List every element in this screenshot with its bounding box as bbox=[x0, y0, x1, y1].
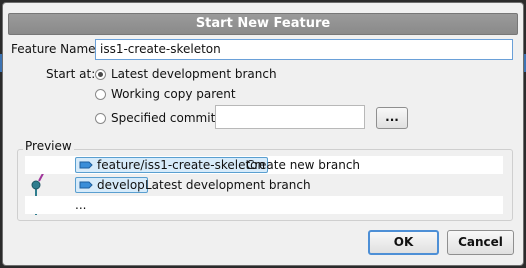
radio-latest-development-branch[interactable]: Latest development branch bbox=[95, 67, 277, 81]
preview-row-text: Latest development branch bbox=[145, 178, 311, 192]
preview-row-text: ... bbox=[75, 198, 87, 212]
branch-icon bbox=[79, 161, 93, 169]
radio-label: Specified commit: bbox=[111, 111, 220, 125]
dialog-title: Start New Feature bbox=[8, 13, 518, 35]
feature-name-label: Feature Name: bbox=[11, 42, 100, 56]
preview-row: ... bbox=[25, 196, 503, 214]
branch-tag-label: develop bbox=[97, 178, 145, 192]
start-at-label: Start at: bbox=[46, 67, 96, 81]
branch-tag-develop: develop bbox=[75, 177, 148, 193]
radio-indicator[interactable] bbox=[95, 88, 106, 100]
preview-row: feature/iss1-create-skeleton Create new … bbox=[25, 156, 503, 174]
branch-tag-feature: feature/iss1-create-skeleton bbox=[75, 157, 269, 173]
radio-indicator[interactable] bbox=[95, 68, 106, 80]
radio-working-copy-parent[interactable]: Working copy parent bbox=[95, 87, 236, 101]
radio-label: Working copy parent bbox=[111, 87, 236, 101]
radio-indicator[interactable] bbox=[95, 112, 106, 124]
cancel-button[interactable]: Cancel bbox=[447, 230, 514, 255]
feature-name-input[interactable]: iss1-create-skeleton bbox=[95, 39, 513, 60]
specified-commit-input[interactable] bbox=[215, 105, 365, 129]
preview-row: develop Latest development branch bbox=[25, 176, 503, 194]
browse-commit-button[interactable]: ... bbox=[376, 107, 408, 129]
start-new-feature-dialog: Start New Feature Feature Name: iss1-cre… bbox=[2, 2, 524, 266]
radio-label: Latest development branch bbox=[111, 67, 277, 81]
radio-specified-commit[interactable]: Specified commit: bbox=[95, 111, 219, 125]
ok-button[interactable]: OK bbox=[368, 230, 439, 255]
preview-label: Preview bbox=[23, 139, 74, 153]
branch-tag-label: feature/iss1-create-skeleton bbox=[97, 158, 266, 172]
branch-icon bbox=[79, 181, 93, 189]
preview-row-text: Create new branch bbox=[246, 158, 361, 172]
